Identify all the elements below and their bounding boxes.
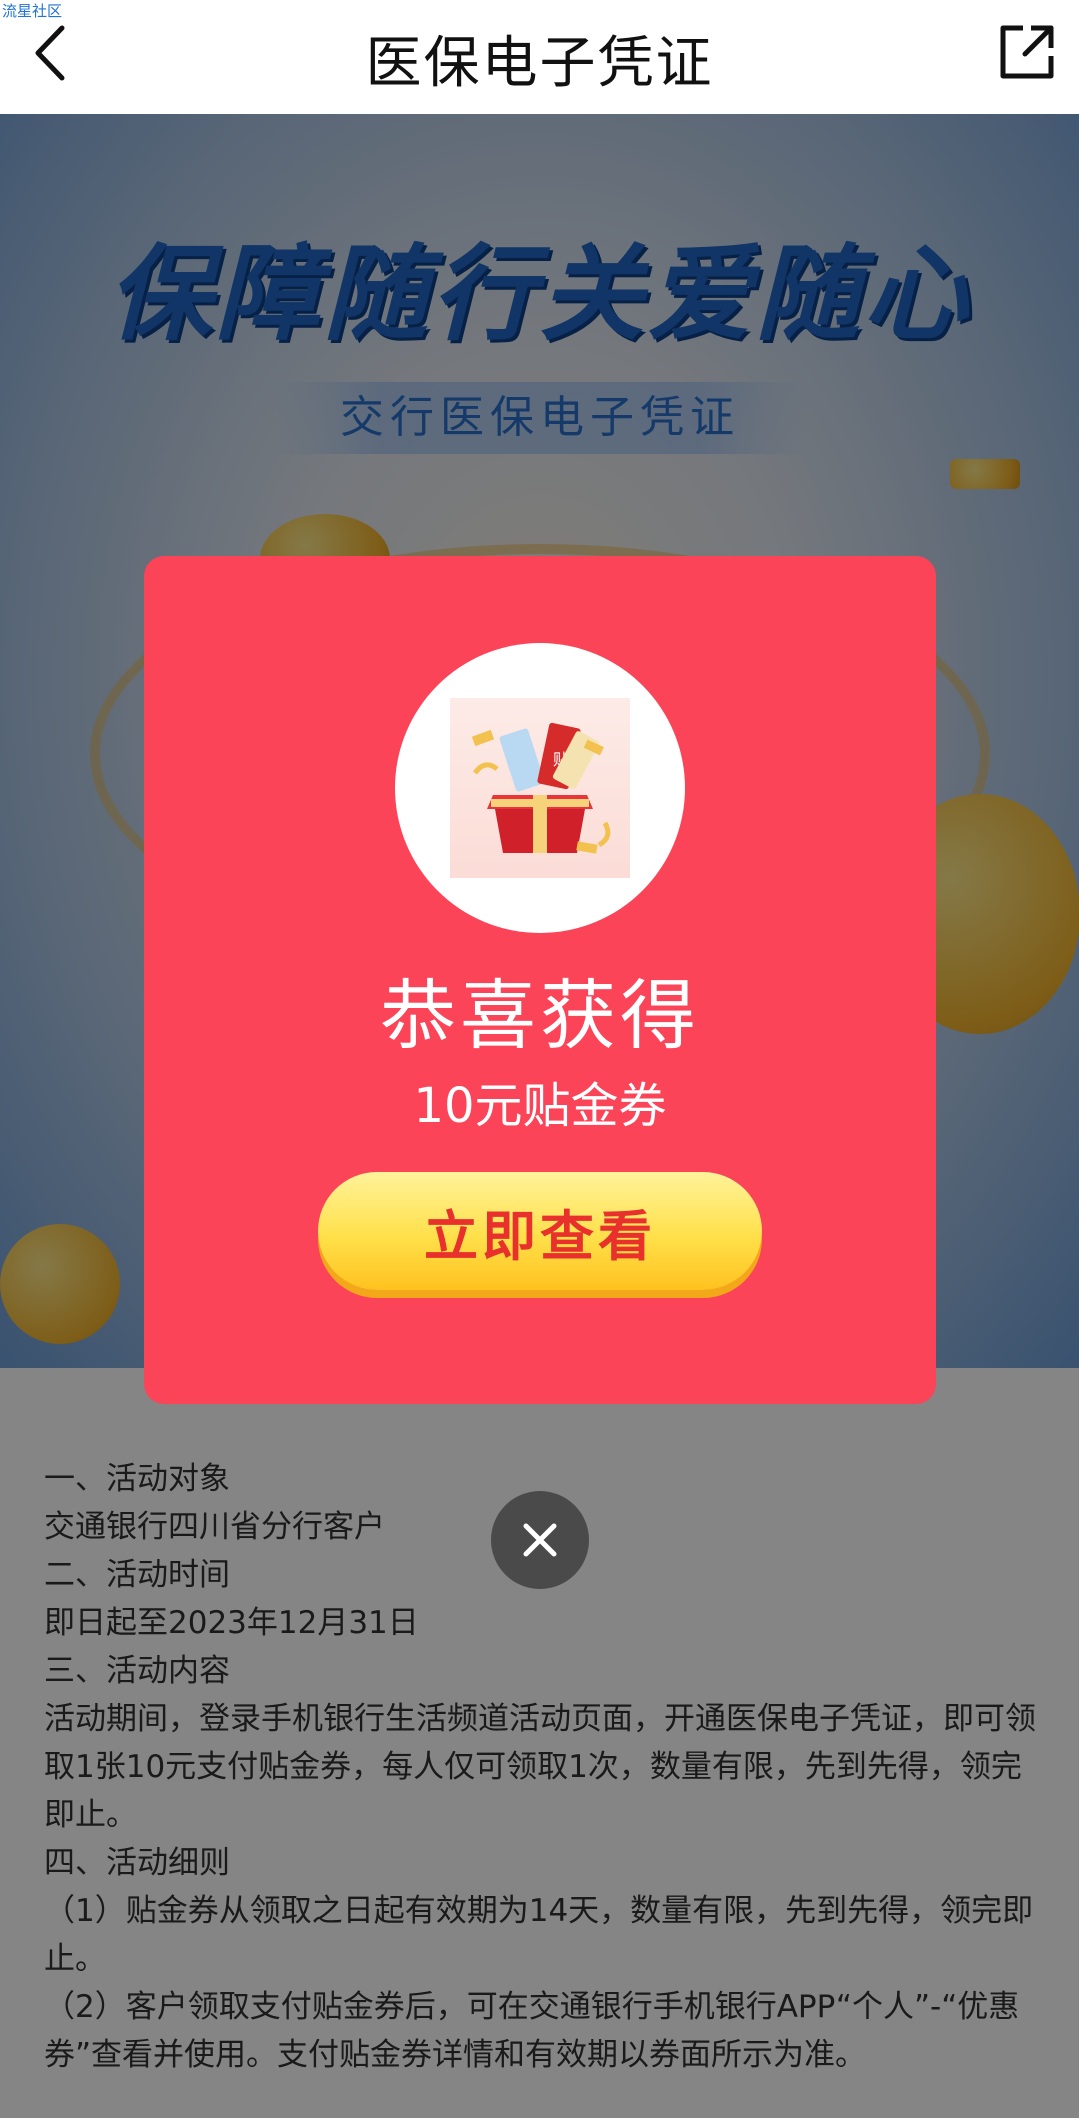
reward-description: 10元贴金券 (413, 1078, 667, 1134)
modal-title: 恭喜获得 (380, 971, 700, 1060)
gift-box-icon: 贴 (450, 698, 630, 878)
close-icon (523, 1523, 557, 1557)
page: 流星社区 医保电子凭证 保障随行关爱随心 交行医保电子凭证 一、活动对象 交通银… (0, 0, 1079, 2118)
share-button[interactable] (995, 20, 1059, 84)
close-modal-button[interactable] (491, 1491, 589, 1589)
gift-image-circle: 贴 (395, 643, 685, 933)
page-title: 医保电子凭证 (365, 31, 714, 96)
top-bar: 流星社区 医保电子凭证 (0, 0, 1079, 114)
view-now-button[interactable]: 立即查看 (318, 1172, 762, 1290)
external-link-icon (1000, 25, 1054, 79)
reward-modal: 贴 恭喜获得 10元贴金券 立即查看 (144, 556, 936, 1404)
